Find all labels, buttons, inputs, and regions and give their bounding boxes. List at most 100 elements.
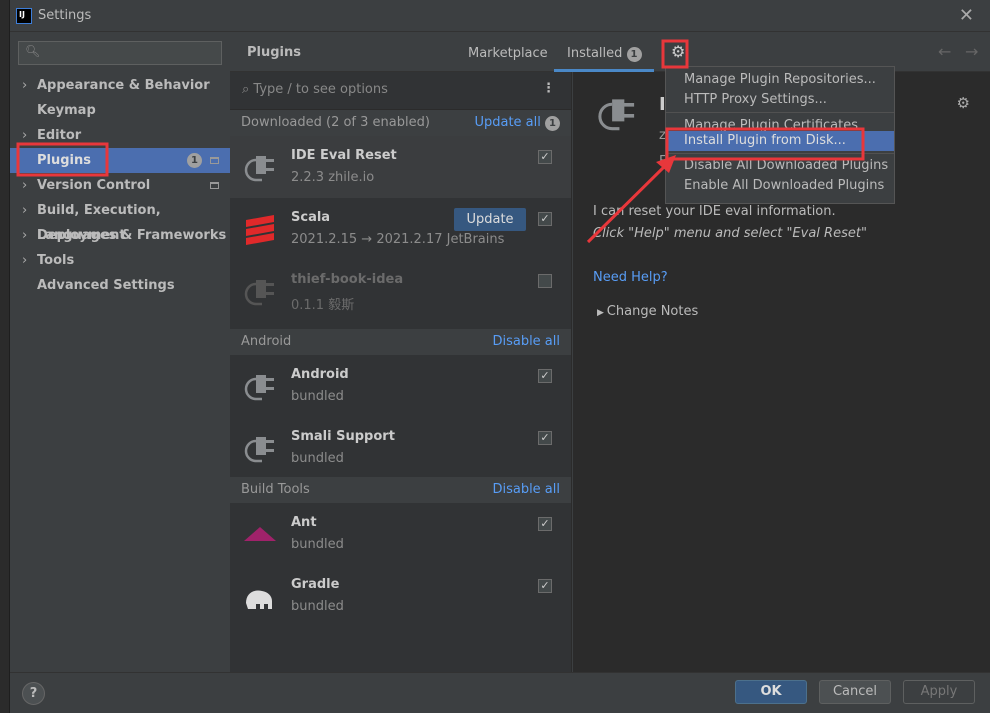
group-title: Build Tools <box>241 482 310 497</box>
gear-dropdown-menu: Manage Plugin Repositories... HTTP Proxy… <box>665 66 895 204</box>
chevron-right-icon: › <box>22 78 28 93</box>
enable-checkbox[interactable]: ✓ <box>538 150 552 164</box>
group-title: Downloaded (2 of 3 enabled) <box>241 115 430 130</box>
enable-checkbox[interactable]: ✓ <box>538 369 552 383</box>
update-all-link[interactable]: Update all 1 <box>474 110 560 136</box>
sidebar-item-advanced[interactable]: Advanced Settings <box>10 273 230 298</box>
tab-marketplace[interactable]: Marketplace <box>468 46 548 61</box>
menu-separator <box>666 153 894 154</box>
plugin-item[interactable]: thief-book-idea 0.1.1 毅斯 <box>230 260 571 322</box>
plugin-item[interactable]: Ant bundled ✓ <box>230 503 571 565</box>
forward-arrow-icon[interactable]: → <box>965 42 978 61</box>
sidebar-item-version-control[interactable]: › Version Control <box>10 173 230 198</box>
gradle-elephant-icon <box>246 590 272 609</box>
project-level-icon <box>210 157 219 164</box>
link-label: Update all <box>474 115 541 130</box>
disable-all-link[interactable]: Disable all <box>492 477 560 503</box>
project-level-icon <box>210 182 219 189</box>
menu-item-install-from-disk[interactable]: Install Plugin from Disk... <box>666 131 894 151</box>
sidebar-item-label: Advanced Settings <box>37 278 175 293</box>
dialog-footer: ? OK Cancel Apply <box>10 672 990 713</box>
update-button[interactable]: Update <box>454 208 526 231</box>
enable-checkbox[interactable] <box>538 274 552 288</box>
enable-checkbox[interactable]: ✓ <box>538 212 552 226</box>
menu-item-disable-all[interactable]: Disable All Downloaded Plugins <box>666 156 894 176</box>
sidebar-item-languages[interactable]: › Languages & Frameworks <box>10 223 230 248</box>
sidebar-item-build[interactable]: › Build, Execution, Deployment <box>10 198 230 243</box>
plugin-item[interactable]: Smali Support bundled ✓ <box>230 417 571 479</box>
plugin-name: Ant <box>291 515 317 530</box>
chevron-right-icon: › <box>22 203 28 218</box>
background-editor-edge <box>0 0 10 713</box>
plugin-item[interactable]: Gradle bundled ✓ <box>230 565 571 627</box>
plugin-description: I can reset your IDE eval information. <box>593 204 836 219</box>
plugin-version: bundled <box>291 599 344 614</box>
update-badge: 1 <box>187 153 202 168</box>
change-notes-toggle[interactable]: ▶ Change Notes <box>597 304 698 319</box>
tab-installed[interactable]: Installed 1 <box>554 46 654 72</box>
plugin-version: bundled <box>291 389 344 404</box>
chevron-right-icon: › <box>22 128 28 143</box>
settings-sidebar: 🔍︎ › Appearance & Behavior Keymap › Editor… <box>10 33 230 672</box>
installed-plugins-list: ⌕ Type / to see options ⋮ Downloaded (2 o… <box>230 72 572 672</box>
gear-icon[interactable]: ⚙ <box>957 94 970 112</box>
menu-item-manage-repositories[interactable]: Manage Plugin Repositories... <box>666 70 894 90</box>
plugin-name: thief-book-idea <box>291 272 404 287</box>
plugin-version: bundled <box>291 451 344 466</box>
plugin-item[interactable]: Scala 2021.2.15 → 2021.2.17 JetBrains Upda… <box>230 198 571 260</box>
plugin-item[interactable]: Android bundled ✓ <box>230 355 571 417</box>
group-android: Android Disable all <box>230 329 571 355</box>
menu-separator <box>666 112 894 113</box>
sidebar-item-label: Plugins <box>37 153 91 168</box>
chevron-right-icon: › <box>22 253 28 268</box>
plugin-plug-icon <box>598 99 635 131</box>
enable-checkbox[interactable]: ✓ <box>538 517 552 531</box>
back-arrow-icon[interactable]: ← <box>938 42 951 61</box>
menu-item-certificates[interactable]: Manage Plugin Certificates <box>666 115 894 131</box>
help-button[interactable]: ? <box>22 682 45 705</box>
ant-logo-icon <box>244 527 276 541</box>
more-options-icon[interactable]: ⋮ <box>542 81 555 96</box>
tab-label: Installed <box>567 46 623 61</box>
plugin-version: 0.1.1 毅斯 <box>291 298 355 313</box>
gear-icon[interactable]: ⚙ <box>671 42 685 61</box>
title-bar: IJ Settings ✕ <box>10 0 990 32</box>
search-icon: ⌕ <box>242 82 254 97</box>
sidebar-item-label: Tools <box>37 253 75 268</box>
enable-checkbox[interactable]: ✓ <box>538 579 552 593</box>
update-badge: 1 <box>545 116 560 131</box>
cancel-button[interactable]: Cancel <box>819 680 891 704</box>
menu-item-enable-all[interactable]: Enable All Downloaded Plugins <box>666 176 894 196</box>
sidebar-item-label: Appearance & Behavior <box>37 78 210 93</box>
apply-button[interactable]: Apply <box>903 680 975 704</box>
settings-search-input[interactable]: 🔍︎ <box>18 41 222 65</box>
plugin-plug-icon <box>244 156 274 182</box>
disable-all-link[interactable]: Disable all <box>492 329 560 355</box>
sidebar-item-editor[interactable]: › Editor <box>10 123 230 148</box>
plugin-name: Scala <box>291 210 331 225</box>
need-help-link[interactable]: Need Help? <box>593 270 668 285</box>
sidebar-item-keymap[interactable]: Keymap <box>10 98 230 123</box>
group-downloaded: Downloaded (2 of 3 enabled) Update all 1 <box>230 110 571 136</box>
plugin-name: Smali Support <box>291 429 395 444</box>
plugin-item[interactable]: IDE Eval Reset 2.2.3 zhile.io ✓ <box>230 136 571 198</box>
triangle-right-icon: ▶ <box>597 308 607 318</box>
sidebar-item-tools[interactable]: › Tools <box>10 248 230 273</box>
sidebar-item-label: Languages & Frameworks <box>37 228 227 243</box>
sidebar-item-plugins[interactable]: Plugins 1 <box>10 148 230 173</box>
plugin-plug-icon <box>244 375 274 401</box>
scala-logo-icon <box>246 215 274 245</box>
menu-item-http-proxy[interactable]: HTTP Proxy Settings... <box>666 90 894 110</box>
ok-button[interactable]: OK <box>735 680 807 704</box>
sidebar-item-appearance[interactable]: › Appearance & Behavior <box>10 73 230 98</box>
app-logo-icon: IJ <box>16 8 32 24</box>
plugin-version: bundled <box>291 537 344 552</box>
enable-checkbox[interactable]: ✓ <box>538 431 552 445</box>
plugin-search-input[interactable]: ⌕ Type / to see options ⋮ <box>230 72 571 110</box>
close-icon[interactable]: ✕ <box>959 5 974 26</box>
chevron-right-icon: › <box>22 178 28 193</box>
update-badge: 1 <box>626 47 642 62</box>
sidebar-item-label: Version Control <box>37 178 151 193</box>
sidebar-item-label: Editor <box>37 128 82 143</box>
plugin-version: 2.2.3 zhile.io <box>291 170 375 185</box>
